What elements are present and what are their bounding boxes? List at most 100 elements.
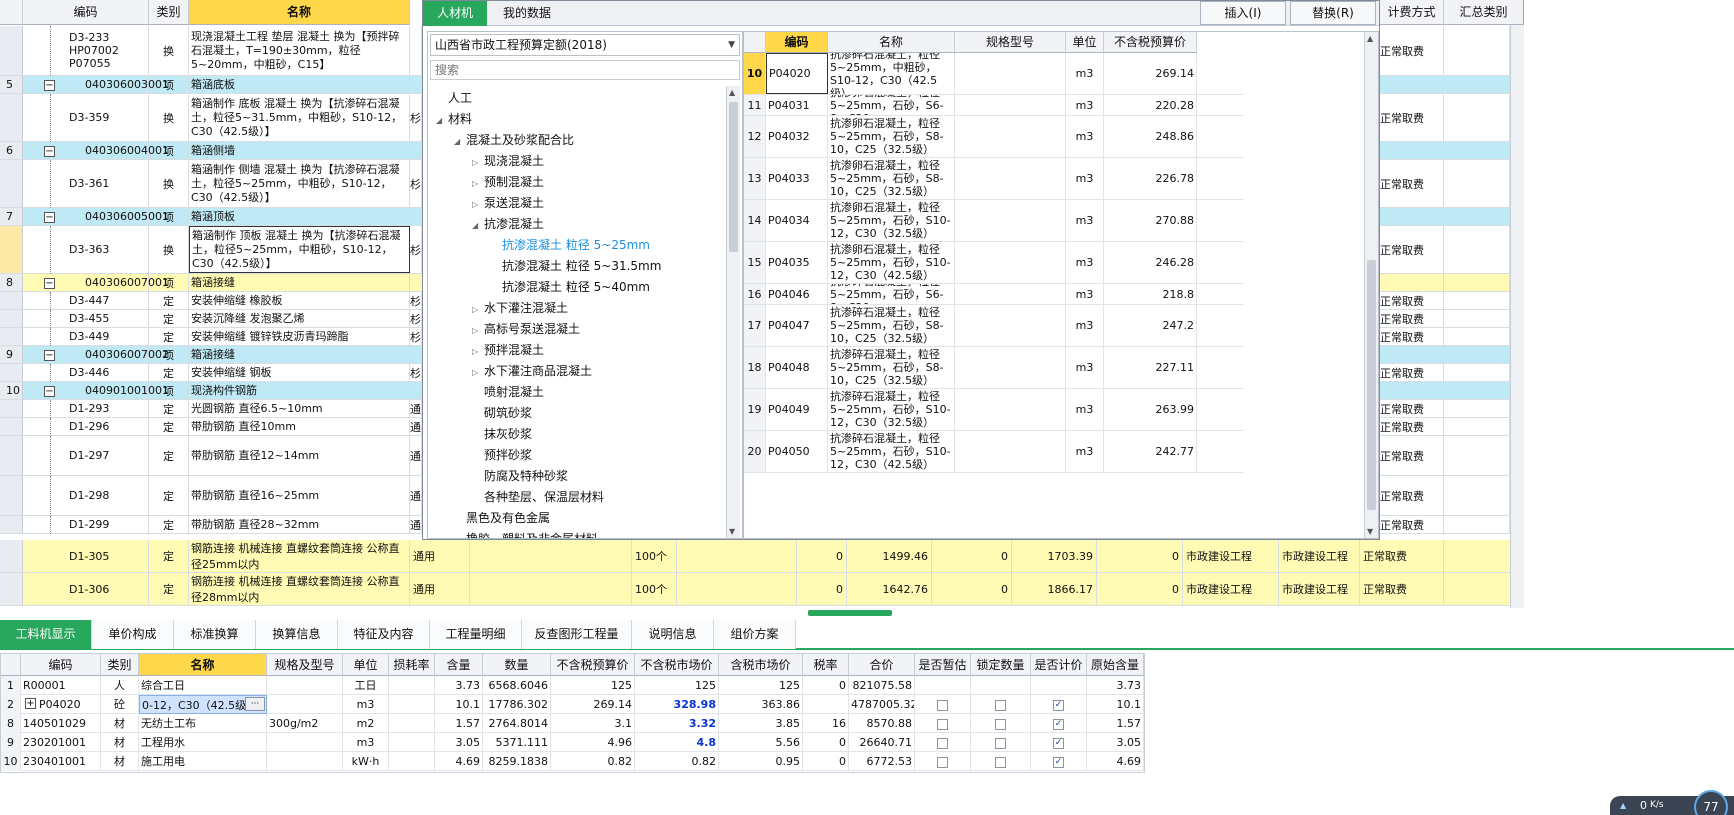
detail-tab[interactable]: 说明信息 xyxy=(632,620,714,649)
num-cell[interactable]: 10 xyxy=(1,752,21,771)
budget-cell[interactable]: 0.82 xyxy=(551,752,635,771)
loss-cell[interactable] xyxy=(389,733,435,752)
summary-category-cell[interactable] xyxy=(1444,26,1510,75)
mat-row-number[interactable]: 16 xyxy=(744,284,766,304)
content-cell[interactable]: 4.69 xyxy=(435,752,483,771)
mat-unit-cell[interactable]: m3 xyxy=(1066,53,1104,94)
name-cell[interactable]: 工程用水 xyxy=(139,733,267,752)
tab-labor-material-machine[interactable]: 人材机 xyxy=(423,1,487,26)
price-checkbox-cell[interactable]: ✓ xyxy=(1031,695,1087,714)
tax_market-cell[interactable]: 125 xyxy=(719,676,803,695)
mat-spec-cell[interactable] xyxy=(955,305,1066,346)
tree-node[interactable]: 黑色及有色金属 xyxy=(454,508,550,529)
mat-price-cell[interactable]: 218.8 xyxy=(1104,284,1197,304)
tree-node-selected[interactable]: 抗渗混凝土 粒径 5~25mm xyxy=(490,235,650,256)
mat-row-number[interactable]: 20 xyxy=(744,431,766,472)
type-cell[interactable]: 定 xyxy=(149,516,189,533)
qty-cell[interactable]: 2764.8014 xyxy=(483,714,551,733)
scroll-up-icon[interactable]: ▲ xyxy=(1367,34,1373,43)
code-cell[interactable]: D3-359 xyxy=(23,94,149,141)
qty-cell[interactable]: 17786.302 xyxy=(483,695,551,714)
type-cell[interactable]: 定 xyxy=(149,310,189,327)
name-cell[interactable]: 箱涵接缝 xyxy=(189,346,410,363)
detail-tab[interactable]: 标准换算 xyxy=(174,620,256,649)
tree-node[interactable]: 抹灰砂浆 xyxy=(472,424,532,445)
tax_market-cell[interactable]: 0.95 xyxy=(719,752,803,771)
collapse-arrow-icon[interactable]: ◢ xyxy=(472,215,484,236)
tree-node[interactable]: 各种垫层、保温层材料 xyxy=(472,487,604,508)
tree-node[interactable]: ◢ 材料 xyxy=(436,109,472,130)
type-cell[interactable]: 定 xyxy=(149,292,189,309)
price-checkbox-cell[interactable]: ✓ xyxy=(1031,733,1087,752)
expand-arrow-icon[interactable]: ▷ xyxy=(472,320,484,341)
fee-method-cell[interactable]: 正常取费 xyxy=(1380,328,1444,345)
tree-node[interactable]: 人工 xyxy=(436,88,472,109)
code-cell[interactable]: D1-297 xyxy=(23,436,149,475)
replace-button[interactable]: 替换(R) xyxy=(1290,1,1376,25)
spec-cell[interactable] xyxy=(267,752,343,771)
name-cell[interactable]: 施工用电 xyxy=(139,752,267,771)
summary-category-cell[interactable] xyxy=(1444,418,1510,435)
expand-arrow-icon[interactable]: ▷ xyxy=(472,173,484,194)
c1-cell[interactable]: 市政建设工程 xyxy=(1183,573,1279,605)
tax_market-cell[interactable]: 3.85 xyxy=(719,714,803,733)
v2-cell[interactable]: 0 xyxy=(932,573,1012,605)
code-cell[interactable]: 230201001 xyxy=(21,733,101,752)
v4-cell[interactable]: 0 xyxy=(1097,573,1183,605)
name-cell[interactable]: 光圆钢筋 直径6.5~10mm xyxy=(189,400,410,417)
summary-category-cell[interactable] xyxy=(1444,226,1510,273)
fee-method-cell[interactable]: 正常取费 xyxy=(1380,400,1444,417)
name-cell[interactable]: 无纺土工布 xyxy=(139,714,267,733)
collapse-arrow-icon[interactable]: ◢ xyxy=(454,131,466,152)
tree-node[interactable]: ▷ 高标号泵送混凝土 xyxy=(472,319,580,340)
fee-cell[interactable]: 正常取费 xyxy=(1360,573,1444,605)
market-cell[interactable]: 328.98 xyxy=(635,695,719,714)
mat-unit-cell[interactable]: m3 xyxy=(1066,116,1104,157)
tree-node[interactable]: 防腐及特种砂浆 xyxy=(472,466,568,487)
quota-library-select[interactable]: 山西省市政工程预算定额(2018) ▼ xyxy=(430,34,740,56)
fee-method-cell[interactable]: 正常取费 xyxy=(1380,516,1444,533)
fee-method-cell[interactable] xyxy=(1380,76,1444,93)
insert-button[interactable]: 插入(I) xyxy=(1200,1,1286,25)
type-cell[interactable]: 项 xyxy=(149,346,189,363)
checkbox[interactable] xyxy=(995,718,1006,730)
loss-cell[interactable] xyxy=(389,714,435,733)
mat-name-header[interactable]: 名称 xyxy=(828,32,955,53)
summary-category-cell[interactable] xyxy=(1444,382,1510,399)
mat-row-number[interactable]: 17 xyxy=(744,305,766,346)
mat-unit-cell[interactable]: m3 xyxy=(1066,389,1104,430)
tree-node[interactable]: ▷ 预拌混凝土 xyxy=(472,340,544,361)
mat-price-cell[interactable]: 263.99 xyxy=(1104,389,1197,430)
detail-column-header[interactable]: 是否暂估 xyxy=(915,654,971,676)
type-cell[interactable]: 换 xyxy=(149,26,189,75)
name-cell[interactable]: 安装沉降缝 发泡聚乙烯 xyxy=(189,310,410,327)
checkbox[interactable]: ✓ xyxy=(1053,756,1064,768)
mat-code-cell[interactable]: P04031 xyxy=(766,95,828,115)
mat-name-cell[interactable]: 抗渗碎石混凝土，粒径5~25mm，石砂，S10-12，C30（32.5级） xyxy=(828,389,955,430)
total-cell[interactable]: 6772.53 xyxy=(849,752,915,771)
loss-cell[interactable] xyxy=(389,676,435,695)
budget-cell[interactable]: 4.96 xyxy=(551,733,635,752)
orig-cell[interactable]: 3.73 xyxy=(1087,676,1144,695)
tree-node[interactable]: ▷ 水下灌注商品混凝土 xyxy=(472,361,592,382)
mat-unit-cell[interactable]: m3 xyxy=(1066,431,1104,472)
mat-row-number[interactable]: 19 xyxy=(744,389,766,430)
mat-unit-header[interactable]: 单位 xyxy=(1066,32,1104,53)
tree-scrollbar[interactable]: ▲ ▼ xyxy=(726,86,740,538)
tree-node[interactable]: 抗渗混凝土 粒径 5~31.5mm xyxy=(490,256,661,277)
price-checkbox-cell[interactable] xyxy=(1031,676,1087,695)
spec-cell[interactable] xyxy=(267,676,343,695)
tree-node[interactable]: ▷ 现浇混凝土 xyxy=(472,151,544,172)
code-cell[interactable]: 140501029 xyxy=(21,714,101,733)
summary-category-cell[interactable] xyxy=(1444,346,1510,363)
mat-name-cell[interactable]: 抗渗碎石混凝土，粒径5~25mm，中粗砂，S10-12，C30（42.5级） xyxy=(828,53,955,94)
expand-icon[interactable]: + xyxy=(25,698,36,709)
type-cell[interactable]: 材 xyxy=(101,752,139,771)
mat-spec-cell[interactable] xyxy=(955,200,1066,241)
search-input[interactable] xyxy=(430,60,740,80)
name-cell[interactable]: 综合工日 xyxy=(139,676,267,695)
tree-node[interactable]: 抗渗混凝土 粒径 5~40mm xyxy=(490,277,650,298)
summary-category-cell[interactable] xyxy=(1444,400,1510,417)
mat-unit-cell[interactable]: m3 xyxy=(1066,284,1104,304)
code-cell[interactable]: D3-361 xyxy=(23,160,149,207)
